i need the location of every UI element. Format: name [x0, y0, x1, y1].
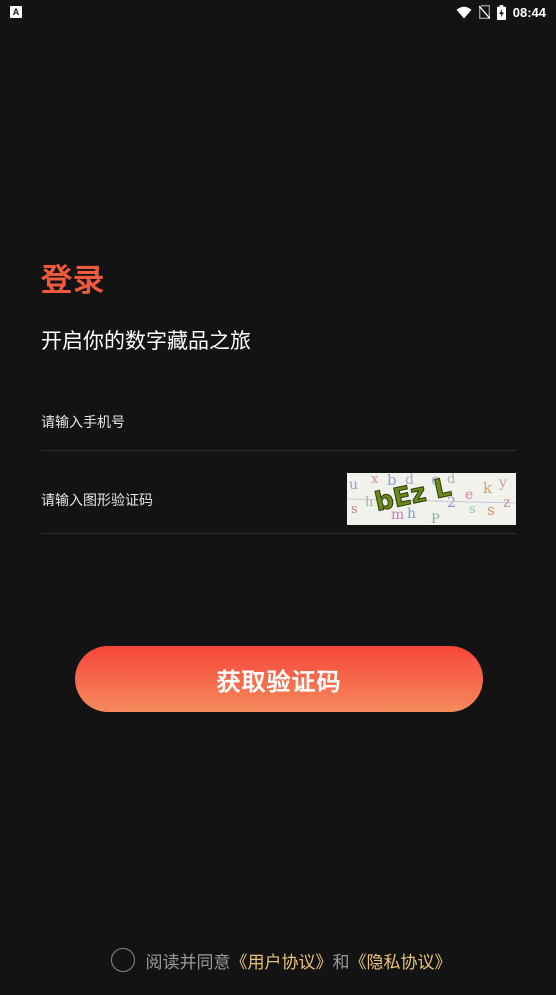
svg-text:bEz L: bEz L — [372, 473, 454, 518]
wifi-icon — [456, 6, 472, 18]
captcha-input[interactable] — [41, 468, 341, 533]
agreement-row: 阅读并同意 《用户协议》 和 《隐私协议》 — [0, 944, 556, 976]
status-time: 08:44 — [512, 4, 546, 20]
page-title: 登录 — [41, 263, 105, 299]
captcha-text: bEz L — [372, 473, 455, 518]
agreement-prefix: 阅读并同意 — [145, 952, 231, 973]
status-bar: A 08:44 — [0, 0, 556, 24]
login-screen: A 08:44 登录 开启你的数字藏品之旅 u x — [0, 0, 556, 995]
agreement-conjunction: 和 — [332, 952, 350, 973]
privacy-policy-link[interactable]: 《隐私协议》 — [350, 948, 452, 973]
user-agreement-link[interactable]: 《用户协议》 — [231, 948, 333, 973]
agree-checkbox[interactable] — [110, 948, 135, 972]
no-sim-icon — [478, 5, 490, 19]
status-right: 08:44 — [456, 4, 546, 20]
notification-a-icon: A — [10, 6, 22, 18]
captcha-image[interactable]: u x b d e d k y s h m h P e s s z 2 bEz … — [347, 473, 516, 525]
get-code-button[interactable]: 获取验证码 — [75, 646, 483, 712]
phone-input[interactable] — [41, 395, 341, 450]
page-subtitle: 开启你的数字藏品之旅 — [41, 329, 251, 353]
status-left: A — [10, 6, 22, 18]
battery-charging-icon — [496, 4, 506, 20]
phone-field — [41, 395, 516, 451]
captcha-field: u x b d e d k y s h m h P e s s z 2 — [41, 468, 516, 534]
